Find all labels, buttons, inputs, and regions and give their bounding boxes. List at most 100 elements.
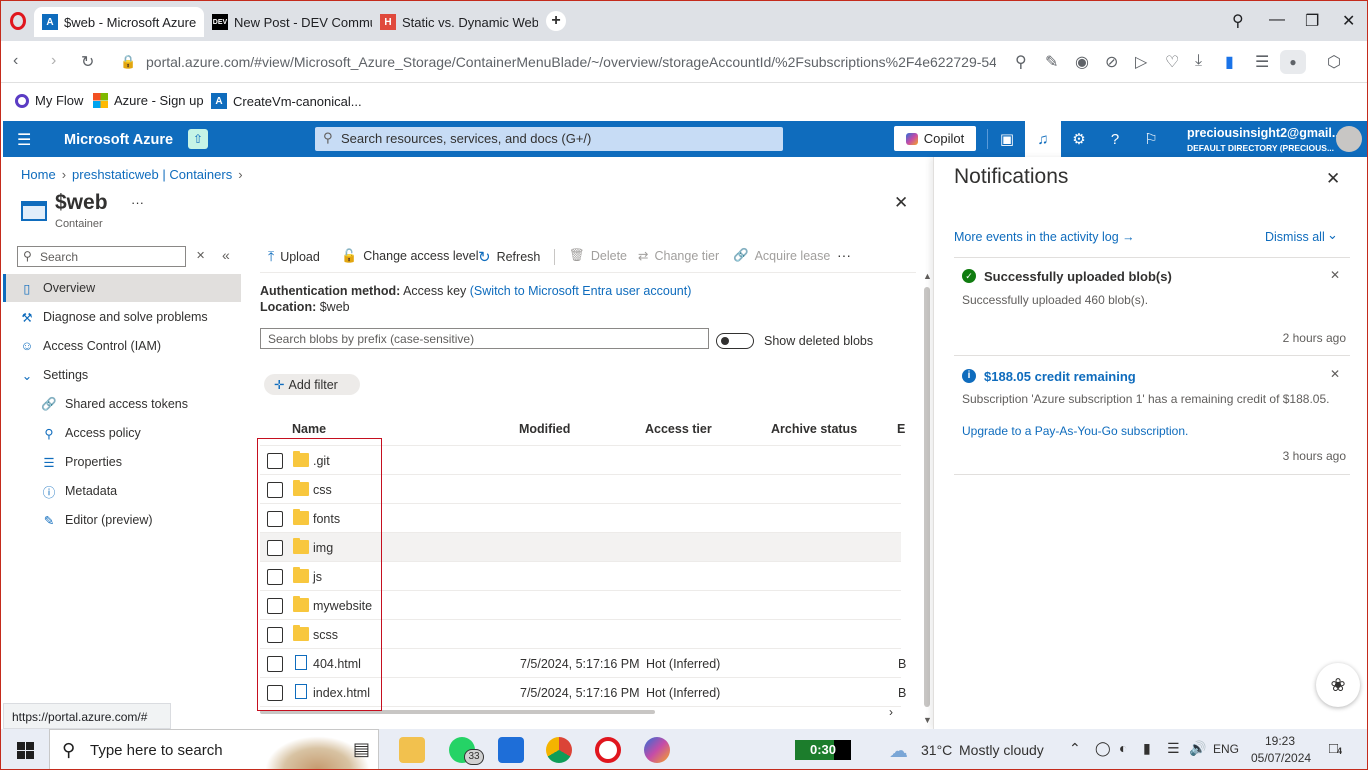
add-filter-button[interactable]: ✛ Add filter bbox=[264, 374, 360, 395]
table-row[interactable]: 404.html 7/5/2024, 5:17:16 PM Hot (Inferre… bbox=[260, 649, 906, 678]
extensions-icon[interactable]: ⬡ bbox=[1327, 52, 1341, 72]
reload-icon[interactable]: ↻ bbox=[81, 52, 94, 72]
clear-search-icon[interactable]: ✕ bbox=[196, 249, 205, 262]
nav-item-overview[interactable]: ▯ Overview bbox=[3, 274, 241, 302]
search-page-icon[interactable]: ⚲ bbox=[1015, 52, 1027, 72]
copilot-app-icon[interactable] bbox=[644, 737, 670, 763]
delete-button[interactable]: 🗑 Delete bbox=[569, 248, 627, 263]
notification-title[interactable]: $188.05 credit remaining bbox=[984, 369, 1136, 384]
play-icon[interactable]: ▷ bbox=[1135, 52, 1147, 72]
dismiss-notification-icon[interactable]: ✕ bbox=[1330, 367, 1340, 381]
blob-name[interactable]: css bbox=[313, 483, 332, 497]
scroll-down-icon[interactable]: ▼ bbox=[923, 715, 932, 725]
minimize-button[interactable]: — bbox=[1269, 11, 1285, 29]
col-modified[interactable]: Modified bbox=[519, 422, 570, 436]
nav-item-access-policy[interactable]: ⚲ Access policy bbox=[3, 419, 241, 447]
table-row[interactable]: css bbox=[260, 475, 901, 504]
account-directory[interactable]: DEFAULT DIRECTORY (PRECIOUS... bbox=[1187, 143, 1334, 153]
scroll-up-icon[interactable]: ▲ bbox=[923, 271, 932, 281]
table-row[interactable]: scss bbox=[260, 620, 901, 649]
menu-icon[interactable]: ☰ bbox=[1255, 52, 1269, 72]
edit-icon[interactable]: ✎ bbox=[1045, 52, 1058, 72]
azure-brand[interactable]: Microsoft Azure bbox=[64, 132, 173, 148]
row-checkbox[interactable] bbox=[267, 656, 283, 672]
copilot-button[interactable]: Copilot bbox=[894, 126, 976, 151]
upgrade-link[interactable]: Upgrade to a Pay-As-You-Go subscription. bbox=[962, 424, 1188, 438]
tray-meet-icon[interactable]: ◯ bbox=[1095, 740, 1111, 757]
close-blade-icon[interactable]: ✕ bbox=[894, 193, 908, 213]
tab-static[interactable]: H Static vs. Dynamic Website bbox=[372, 7, 538, 37]
tab-azure[interactable]: A $web - Microsoft Azure bbox=[34, 7, 204, 37]
notification-upload[interactable]: ✓ Successfully uploaded blob(s) ✕ Succes… bbox=[954, 257, 1350, 355]
table-row[interactable]: fonts bbox=[260, 504, 901, 533]
nav-item-metadata[interactable]: ⓘ Metadata bbox=[3, 477, 241, 505]
table-row[interactable]: js bbox=[260, 562, 901, 591]
tab-dev[interactable]: DEV New Post - DEV Communi bbox=[204, 7, 372, 37]
bookmark-createvm[interactable]: A CreateVm-canonical... bbox=[211, 93, 362, 109]
tray-wifi-icon[interactable]: ☰ bbox=[1167, 740, 1180, 757]
opera-logo-icon[interactable] bbox=[10, 12, 26, 30]
account-name[interactable]: preciousinsight2@gmail.... bbox=[1187, 126, 1346, 140]
timer-widget[interactable]: 0:30 bbox=[795, 740, 851, 760]
block-icon[interactable]: ⊘ bbox=[1105, 52, 1118, 72]
notification-credit[interactable]: i $188.05 credit remaining ✕ Subscriptio… bbox=[954, 355, 1350, 475]
hamburger-menu-icon[interactable]: ☰ bbox=[17, 130, 31, 150]
avatar[interactable] bbox=[1336, 126, 1362, 152]
acquire-lease-button[interactable]: 🔗 Acquire lease bbox=[733, 248, 830, 263]
switch-auth-link[interactable]: (Switch to Microsoft Entra user account) bbox=[470, 284, 692, 298]
maximize-button[interactable]: ❐ bbox=[1305, 11, 1319, 31]
forward-icon[interactable]: › bbox=[51, 52, 56, 70]
weather-desc[interactable]: Mostly cloudy bbox=[959, 742, 1044, 758]
url-field[interactable]: portal.azure.com/#view/Microsoft_Azure_S… bbox=[146, 54, 996, 70]
file-explorer-icon[interactable] bbox=[399, 737, 425, 763]
clock-time[interactable]: 19:23 bbox=[1265, 734, 1295, 748]
heart-icon[interactable]: ♡ bbox=[1165, 52, 1179, 72]
table-row[interactable]: mywebsite bbox=[260, 591, 901, 620]
activity-log-link[interactable]: More events in the activity log → bbox=[954, 230, 1135, 244]
table-row[interactable]: img bbox=[260, 533, 901, 562]
collapse-menu-icon[interactable]: « bbox=[222, 247, 230, 263]
col-archive-status[interactable]: Archive status bbox=[771, 422, 857, 436]
dismiss-all-button[interactable]: Dismiss all bbox=[1265, 230, 1325, 244]
media-player-icon[interactable] bbox=[498, 737, 524, 763]
taskbar-search-input[interactable]: ⚲ Type here to search bbox=[49, 729, 379, 769]
change-tier-button[interactable]: ⇄ Change tier bbox=[638, 248, 719, 264]
camera-icon[interactable]: ◉ bbox=[1075, 52, 1089, 72]
col-access-tier[interactable]: Access tier bbox=[645, 422, 712, 436]
row-checkbox[interactable] bbox=[267, 511, 283, 527]
table-row[interactable]: index.html 7/5/2024, 5:17:16 PM Hot (Infer… bbox=[260, 678, 906, 707]
help-icon[interactable]: ? bbox=[1097, 121, 1133, 157]
blob-name[interactable]: js bbox=[313, 570, 322, 584]
profile-icon[interactable]: ● bbox=[1280, 50, 1306, 74]
close-notifications-icon[interactable]: ✕ bbox=[1326, 169, 1340, 189]
blob-name[interactable]: 404.html bbox=[313, 657, 361, 671]
tray-volume-icon[interactable]: 🔊 bbox=[1189, 740, 1206, 757]
blob-name[interactable]: img bbox=[313, 541, 333, 555]
global-search-input[interactable]: ⚲ Search resources, services, and docs (… bbox=[315, 127, 783, 151]
windows-start-icon[interactable] bbox=[17, 742, 34, 759]
upgrade-icon[interactable]: ⇧ bbox=[188, 129, 208, 149]
table-row[interactable]: .git bbox=[260, 446, 901, 475]
blob-name[interactable]: mywebsite bbox=[313, 599, 372, 613]
show-deleted-toggle[interactable] bbox=[716, 333, 754, 349]
menu-search-input[interactable]: ⚲ Search bbox=[17, 246, 186, 267]
change-access-level-button[interactable]: 🔓 Change access level bbox=[341, 248, 479, 264]
settings-gear-icon[interactable]: ⚙ bbox=[1061, 121, 1097, 157]
notifications-bell-icon[interactable]: ♫ bbox=[1025, 121, 1061, 157]
row-checkbox[interactable] bbox=[267, 453, 283, 469]
blob-name[interactable]: scss bbox=[313, 628, 338, 642]
task-view-icon[interactable]: ▤ bbox=[353, 739, 370, 760]
blob-name[interactable]: fonts bbox=[313, 512, 340, 526]
tray-globe-icon[interactable]: ◐ bbox=[1119, 740, 1127, 756]
nav-item-properties[interactable]: ☰ Properties bbox=[3, 448, 241, 476]
nav-item-diagnose-and-solve-problems[interactable]: ⚒ Diagnose and solve problems bbox=[3, 303, 241, 331]
cloud-shell-icon[interactable]: ▣ bbox=[989, 121, 1025, 157]
bookmark-azure-signup[interactable]: Azure - Sign up bbox=[93, 93, 204, 108]
row-checkbox[interactable] bbox=[267, 540, 283, 556]
opera-icon[interactable] bbox=[595, 737, 621, 763]
scroll-right-icon[interactable]: › bbox=[889, 705, 893, 719]
tray-battery-icon[interactable]: ▮ bbox=[1143, 740, 1151, 757]
chrome-icon[interactable] bbox=[546, 737, 572, 763]
v-scrollbar[interactable] bbox=[924, 287, 930, 707]
nav-item-access-control-iam[interactable]: ☺ Access Control (IAM) bbox=[3, 332, 241, 360]
